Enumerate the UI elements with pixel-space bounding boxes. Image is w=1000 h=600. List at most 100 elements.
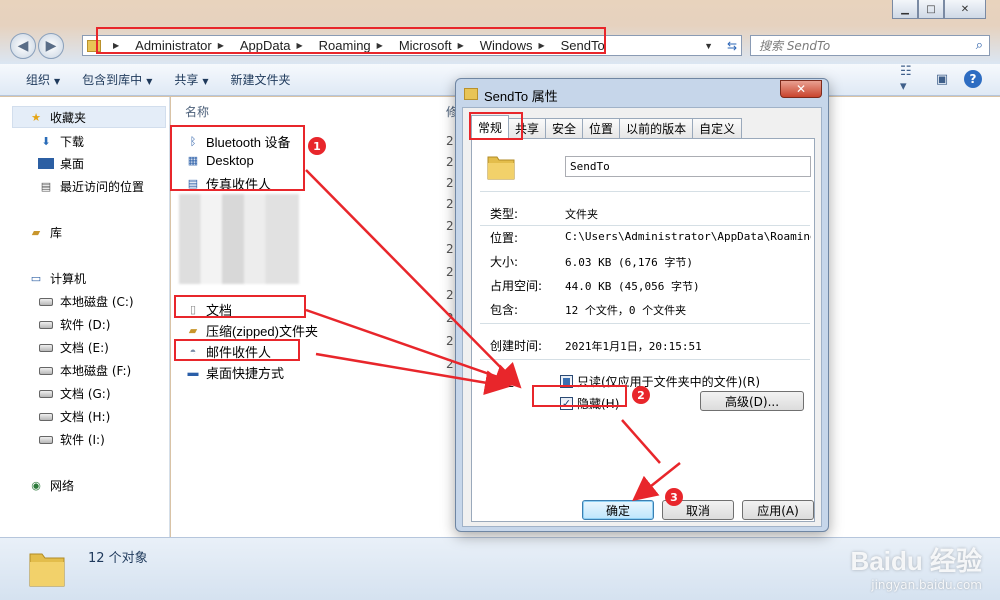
list-item[interactable]: ▬ 桌面快捷方式: [185, 363, 285, 382]
folder-name-field[interactable]: SendTo: [565, 156, 811, 177]
nav-label: 本地磁盘 (C:): [60, 295, 134, 309]
list-item[interactable]: ▰ 压缩(zipped)文件夹: [185, 321, 318, 340]
file-date: 2: [446, 357, 454, 371]
maximize-button[interactable]: □: [918, 0, 944, 19]
contains-value: 12 个文件，0 个文件夹: [565, 304, 687, 317]
refresh-icon[interactable]: ⇆: [727, 39, 737, 53]
file-date: 2: [446, 219, 454, 233]
file-name: 桌面快捷方式: [206, 366, 285, 381]
annotation-box: [170, 125, 305, 191]
annotation-badge: 1: [308, 137, 326, 155]
item-count: 12 个对象: [88, 551, 148, 566]
view-controls: ☷ ▾ ▣ ?: [900, 64, 982, 94]
drive-icon: [38, 318, 54, 332]
apply-button[interactable]: 应用(A): [742, 500, 814, 520]
general-tab-panel: SendTo 类型: 文件夹 位置: C:\Users\Administrato…: [471, 138, 815, 522]
network-icon: ◉: [31, 479, 41, 492]
nav-label: 文档 (H:): [60, 410, 111, 424]
divider: [480, 225, 810, 226]
annotation-box: [532, 385, 627, 407]
size-on-disk-value: 44.0 KB (45,056 字节): [565, 280, 700, 293]
nav-libraries[interactable]: ▰ 库: [28, 224, 62, 241]
column-header-name[interactable]: 名称: [185, 103, 209, 120]
nav-drive[interactable]: 文档 (H:): [38, 408, 110, 425]
annotation-badge: 2: [632, 386, 650, 404]
help-icon[interactable]: ?: [964, 70, 982, 88]
annotation-badge: 3: [665, 488, 683, 506]
divider: [480, 191, 810, 192]
drive-icon: [38, 341, 54, 355]
contains-label: 包含:: [490, 303, 519, 317]
search-input[interactable]: 搜索 SendTo ⌕: [750, 35, 990, 56]
type-label: 类型:: [490, 207, 519, 221]
created-label: 创建时间:: [490, 339, 543, 353]
file-name: 压缩(zipped)文件夹: [206, 324, 318, 339]
computer-icon: ▭: [30, 272, 42, 285]
back-button[interactable]: ◀: [10, 33, 36, 59]
history-buttons: ◀ ▶: [10, 33, 64, 59]
organize-menu[interactable]: 组织 ▼: [26, 71, 60, 88]
minimize-button[interactable]: ▁: [892, 0, 918, 19]
nav-drive[interactable]: 软件 (D:): [38, 316, 110, 333]
divider: [480, 359, 810, 360]
dialog-body: 常规 共享 安全 位置 以前的版本 自定义 SendTo 类型: 文件夹 位置:…: [462, 107, 822, 527]
view-options-icon[interactable]: ☷ ▾: [900, 64, 920, 94]
close-window-button[interactable]: ✕: [944, 0, 986, 19]
nav-drive[interactable]: 本地磁盘 (C:): [38, 293, 134, 310]
pixelated-region: [179, 194, 299, 284]
advanced-button[interactable]: 高级(D)...: [700, 391, 804, 411]
recent-places-icon: ▤: [40, 180, 52, 193]
file-date: 2: [446, 242, 454, 256]
drive-icon: [38, 364, 54, 378]
nav-network[interactable]: ◉ 网络: [28, 477, 74, 494]
file-date: 2: [446, 334, 454, 348]
nav-label: 收藏夹: [50, 111, 87, 125]
annotation-box: [174, 339, 300, 361]
dialog-close-button[interactable]: ✕: [780, 80, 822, 98]
download-folder-icon: ⬇: [41, 135, 51, 148]
nav-drive[interactable]: 文档 (E:): [38, 339, 109, 356]
address-dropdown-icon[interactable]: ▼: [704, 41, 713, 51]
tab-location[interactable]: 位置: [582, 118, 621, 138]
file-date: 2: [446, 197, 454, 211]
tab-security[interactable]: 安全: [545, 118, 584, 138]
file-date: 2: [446, 155, 454, 169]
nav-drive[interactable]: 文档 (G:): [38, 385, 111, 402]
desktop-shortcut-icon: ▬: [187, 366, 199, 379]
tab-general[interactable]: 常规: [471, 115, 510, 138]
window-controls: ▁ □ ✕: [892, 0, 986, 19]
nav-recent[interactable]: ▤ 最近访问的位置: [38, 178, 144, 195]
properties-dialog: SendTo 属性 ✕ 常规 共享 安全 位置 以前的版本 自定义 SendTo…: [455, 78, 829, 532]
file-date: 2: [446, 288, 454, 302]
include-in-library-menu[interactable]: 包含到库中 ▼: [82, 71, 152, 88]
watermark: Baidu 经验 jingyan.baidu.com: [851, 541, 982, 592]
location-value: C:\Users\Administrator\AppData\Roaming\M…: [565, 230, 811, 243]
forward-button[interactable]: ▶: [38, 33, 64, 59]
folder-icon: [487, 156, 515, 180]
desktop-icon: [38, 158, 54, 169]
nav-drive[interactable]: 本地磁盘 (F:): [38, 362, 131, 379]
nav-favorites[interactable]: ★ 收藏夹: [28, 109, 86, 126]
search-icon[interactable]: ⌕: [976, 38, 983, 53]
dropdown-icon: ▼: [146, 77, 153, 86]
nav-drive[interactable]: 软件 (I:): [38, 431, 105, 448]
nav-downloads[interactable]: ⬇ 下载: [38, 133, 84, 150]
file-date: 2: [446, 311, 454, 325]
tab-previous-versions[interactable]: 以前的版本: [619, 118, 694, 138]
new-folder-button[interactable]: 新建文件夹: [231, 71, 291, 88]
preview-pane-icon[interactable]: ▣: [932, 70, 952, 88]
nav-label: 软件 (I:): [60, 433, 105, 447]
nav-label: 文档 (G:): [60, 387, 111, 401]
nav-computer[interactable]: ▭ 计算机: [28, 270, 86, 287]
attributes-label: 属性:: [490, 375, 519, 389]
dropdown-icon: ▼: [54, 77, 61, 86]
forward-arrow-icon: ▶: [45, 38, 57, 54]
nav-label: 网络: [50, 479, 75, 493]
ok-button[interactable]: 确定: [582, 500, 654, 520]
drive-icon: [38, 387, 54, 401]
tab-customize[interactable]: 自定义: [692, 118, 743, 138]
library-icon: ▰: [31, 226, 41, 239]
nav-desktop[interactable]: 桌面: [38, 155, 84, 172]
share-menu[interactable]: 共享 ▼: [174, 71, 208, 88]
type-value: 文件夹: [565, 208, 598, 221]
